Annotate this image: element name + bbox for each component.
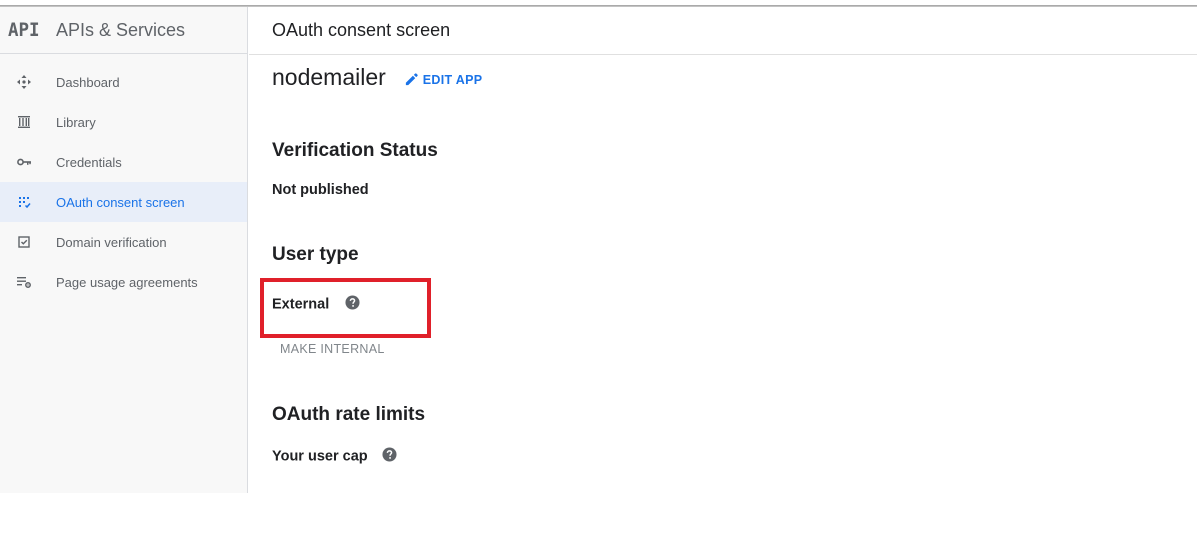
verification-status-value: Not published <box>272 182 369 198</box>
sidebar-header: API APIs & Services <box>0 7 247 54</box>
key-icon <box>0 154 56 170</box>
user-cap-row: Your user cap <box>272 447 397 466</box>
checkbox-icon <box>0 234 56 250</box>
sidebar-item-credentials[interactable]: Credentials <box>0 142 247 182</box>
oauth-rate-limits-heading: OAuth rate limits <box>272 404 426 425</box>
window-top-edge <box>0 0 1197 7</box>
dashboard-icon <box>0 74 56 90</box>
sidebar-item-label: Domain verification <box>56 234 167 250</box>
edit-app-label: EDIT APP <box>422 72 483 87</box>
sidebar-item-oauth-consent-screen[interactable]: OAuth consent screen <box>0 182 247 222</box>
sidebar-title[interactable]: APIs & Services <box>56 20 185 41</box>
sidebar-item-label: Page usage agreements <box>56 274 198 290</box>
consent-grid-icon <box>0 194 56 210</box>
list-settings-icon <box>0 274 56 290</box>
sidebar-nav: Dashboard Library Credentials OAuth cons… <box>0 62 247 302</box>
app-name-row: nodemailer EDIT APP <box>272 64 482 91</box>
page-title: OAuth consent screen <box>272 20 451 40</box>
sidebar-item-label: Dashboard <box>56 74 120 90</box>
help-icon[interactable] <box>345 295 360 314</box>
sidebar-item-page-usage-agreements[interactable]: Page usage agreements <box>0 262 247 302</box>
sidebar: API APIs & Services Dashboard Library Cr… <box>0 7 248 493</box>
user-type-value: External <box>272 296 330 313</box>
sidebar-item-domain-verification[interactable]: Domain verification <box>0 222 247 262</box>
user-type-heading: User type <box>272 244 359 265</box>
help-icon[interactable] <box>382 447 397 466</box>
library-icon <box>0 114 56 130</box>
sidebar-item-label: OAuth consent screen <box>56 194 185 210</box>
app-name: nodemailer <box>272 64 386 90</box>
page-header: OAuth consent screen <box>249 7 1197 55</box>
sidebar-item-label: Credentials <box>56 154 122 170</box>
sidebar-item-label: Library <box>56 114 96 130</box>
pencil-icon <box>405 73 418 86</box>
sidebar-item-library[interactable]: Library <box>0 102 247 142</box>
edit-app-button[interactable]: EDIT APP <box>404 68 483 87</box>
api-logo: API <box>8 19 40 41</box>
user-cap-label: Your user cap <box>272 448 368 465</box>
make-internal-button[interactable]: MAKE INTERNAL <box>280 342 385 356</box>
user-type-row: External <box>272 295 360 314</box>
sidebar-item-dashboard[interactable]: Dashboard <box>0 62 247 102</box>
verification-status-heading: Verification Status <box>272 140 438 161</box>
